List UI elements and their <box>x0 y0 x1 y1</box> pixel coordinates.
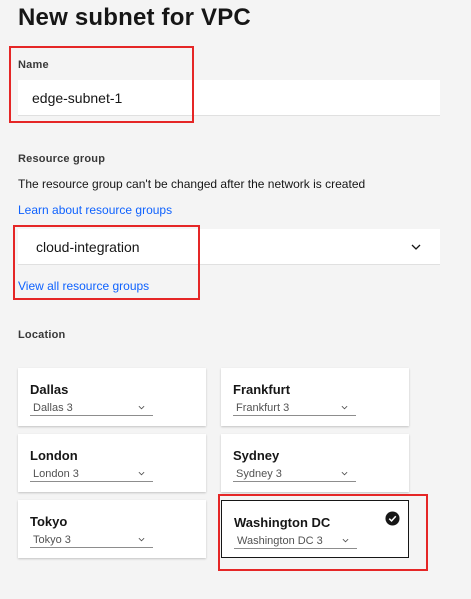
zone-value: Frankfurt 3 <box>236 401 290 414</box>
location-tile-sydney[interactable]: Sydney Sydney 3 <box>221 434 409 492</box>
zone-value: Sydney 3 <box>236 467 282 480</box>
zone-select[interactable]: London 3 <box>30 466 153 482</box>
zone-value: London 3 <box>33 467 79 480</box>
zone-value: Washington DC 3 <box>237 534 323 547</box>
zone-value: Dallas 3 <box>33 401 73 414</box>
location-tile-tokyo[interactable]: Tokyo Tokyo 3 <box>18 500 206 558</box>
location-tile-london[interactable]: London London 3 <box>18 434 206 492</box>
chevron-down-icon <box>342 538 349 543</box>
tile-name: Washington DC <box>234 515 331 530</box>
resource-group-value: cloud-integration <box>36 238 140 255</box>
zone-select[interactable]: Sydney 3 <box>233 466 356 482</box>
tile-name: Frankfurt <box>233 382 291 397</box>
location-tile-washington-dc[interactable]: Washington DC Washington DC 3 <box>221 500 409 558</box>
chevron-down-icon <box>341 405 348 410</box>
zone-select[interactable]: Frankfurt 3 <box>233 400 356 416</box>
learn-resource-groups-link[interactable]: Learn about resource groups <box>18 203 172 217</box>
checkmark-filled-icon <box>385 511 400 526</box>
tile-name: London <box>30 448 78 463</box>
name-label: Name <box>18 59 49 71</box>
chevron-down-icon <box>411 244 421 250</box>
page-title: New subnet for VPC <box>18 4 251 31</box>
tile-name: Dallas <box>30 382 69 397</box>
location-tile-frankfurt[interactable]: Frankfurt Frankfurt 3 <box>221 368 409 426</box>
location-tile-dallas[interactable]: Dallas Dallas 3 <box>18 368 206 426</box>
zone-select[interactable]: Dallas 3 <box>30 400 153 416</box>
location-label: Location <box>18 329 66 341</box>
chevron-down-icon <box>138 405 145 410</box>
name-input[interactable] <box>18 80 440 116</box>
resource-group-label: Resource group <box>18 153 106 165</box>
tile-name: Sydney <box>233 448 280 463</box>
chevron-down-icon <box>138 537 145 542</box>
zone-select[interactable]: Washington DC 3 <box>234 533 357 549</box>
chevron-down-icon <box>341 471 348 476</box>
tile-name: Tokyo <box>30 514 68 529</box>
resource-group-select[interactable]: cloud-integration <box>18 229 440 265</box>
zone-select[interactable]: Tokyo 3 <box>30 532 153 548</box>
resource-group-helper: The resource group can't be changed afte… <box>18 177 366 191</box>
zone-value: Tokyo 3 <box>33 533 71 546</box>
chevron-down-icon <box>138 471 145 476</box>
view-all-resource-groups-link[interactable]: View all resource groups <box>18 279 149 293</box>
